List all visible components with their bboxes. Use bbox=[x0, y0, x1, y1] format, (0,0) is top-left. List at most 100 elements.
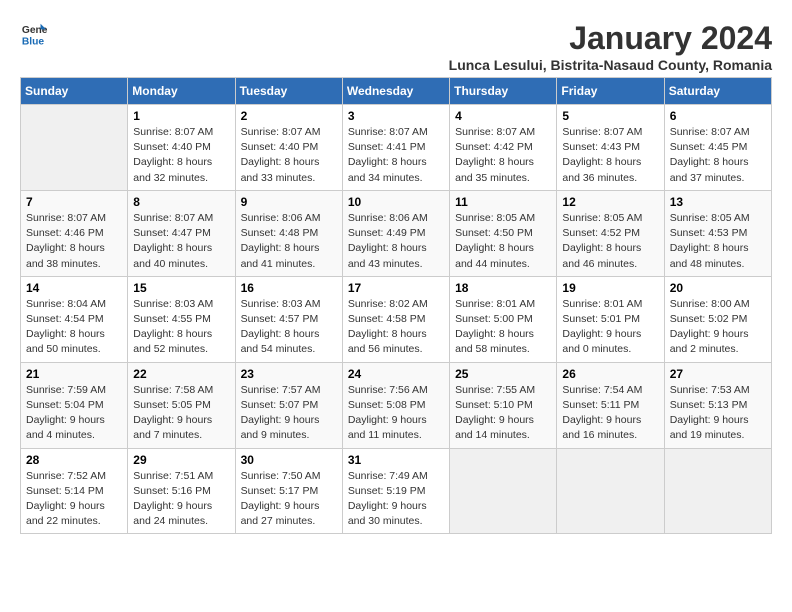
day-number: 29 bbox=[133, 453, 229, 467]
week-row-1: 1 Sunrise: 8:07 AM Sunset: 4:40 PM Daylig… bbox=[21, 105, 772, 191]
svg-text:General: General bbox=[22, 25, 48, 36]
calendar-cell: 14 Sunrise: 8:04 AM Sunset: 4:54 PM Dayli… bbox=[21, 276, 128, 362]
day-number: 23 bbox=[241, 367, 337, 381]
calendar-cell: 31 Sunrise: 7:49 AM Sunset: 5:19 PM Dayli… bbox=[342, 448, 449, 534]
day-number: 19 bbox=[562, 281, 658, 295]
col-header-tuesday: Tuesday bbox=[235, 78, 342, 105]
day-info: Sunrise: 8:06 AM Sunset: 4:49 PM Dayligh… bbox=[348, 211, 444, 272]
day-info: Sunrise: 8:01 AM Sunset: 5:01 PM Dayligh… bbox=[562, 297, 658, 358]
day-number: 17 bbox=[348, 281, 444, 295]
day-number: 4 bbox=[455, 109, 551, 123]
calendar-cell: 27 Sunrise: 7:53 AM Sunset: 5:13 PM Dayli… bbox=[664, 362, 771, 448]
day-number: 11 bbox=[455, 195, 551, 209]
day-info: Sunrise: 8:05 AM Sunset: 4:52 PM Dayligh… bbox=[562, 211, 658, 272]
day-info: Sunrise: 8:02 AM Sunset: 4:58 PM Dayligh… bbox=[348, 297, 444, 358]
calendar-cell: 15Sunrise: 8:03 AM Sunset: 4:55 PM Dayli… bbox=[128, 276, 235, 362]
day-number: 18 bbox=[455, 281, 551, 295]
calendar-cell: 21 Sunrise: 7:59 AM Sunset: 5:04 PM Dayli… bbox=[21, 362, 128, 448]
day-number: 15 bbox=[133, 281, 229, 295]
day-info: Sunrise: 7:52 AM Sunset: 5:14 PM Dayligh… bbox=[26, 469, 122, 530]
calendar-cell: 19 Sunrise: 8:01 AM Sunset: 5:01 PM Dayli… bbox=[557, 276, 664, 362]
day-info: Sunrise: 8:07 AM Sunset: 4:43 PM Dayligh… bbox=[562, 125, 658, 186]
col-header-thursday: Thursday bbox=[450, 78, 557, 105]
day-number: 10 bbox=[348, 195, 444, 209]
calendar-cell: 20 Sunrise: 8:00 AM Sunset: 5:02 PM Dayli… bbox=[664, 276, 771, 362]
calendar-cell: 10 Sunrise: 8:06 AM Sunset: 4:49 PM Dayli… bbox=[342, 190, 449, 276]
col-header-sunday: Sunday bbox=[21, 78, 128, 105]
calendar-cell: 30 Sunrise: 7:50 AM Sunset: 5:17 PM Dayli… bbox=[235, 448, 342, 534]
calendar-cell: 17 Sunrise: 8:02 AM Sunset: 4:58 PM Dayli… bbox=[342, 276, 449, 362]
calendar-cell bbox=[450, 448, 557, 534]
calendar-cell: 22 Sunrise: 7:58 AM Sunset: 5:05 PM Dayli… bbox=[128, 362, 235, 448]
day-info: Sunrise: 7:59 AM Sunset: 5:04 PM Dayligh… bbox=[26, 383, 122, 444]
week-row-4: 21 Sunrise: 7:59 AM Sunset: 5:04 PM Dayli… bbox=[21, 362, 772, 448]
day-info: Sunrise: 8:00 AM Sunset: 5:02 PM Dayligh… bbox=[670, 297, 766, 358]
day-info: Sunrise: 7:50 AM Sunset: 5:17 PM Dayligh… bbox=[241, 469, 337, 530]
day-info: Sunrise: 8:04 AM Sunset: 4:54 PM Dayligh… bbox=[26, 297, 122, 358]
day-info: Sunrise: 8:07 AM Sunset: 4:47 PM Dayligh… bbox=[133, 211, 229, 272]
calendar-cell: 6Sunrise: 8:07 AM Sunset: 4:45 PM Daylig… bbox=[664, 105, 771, 191]
day-number: 5 bbox=[562, 109, 658, 123]
logo: General Blue bbox=[20, 20, 48, 48]
calendar-cell bbox=[557, 448, 664, 534]
calendar-cell: 7 Sunrise: 8:07 AM Sunset: 4:46 PM Daylig… bbox=[21, 190, 128, 276]
day-number: 30 bbox=[241, 453, 337, 467]
day-info: Sunrise: 7:53 AM Sunset: 5:13 PM Dayligh… bbox=[670, 383, 766, 444]
day-info: Sunrise: 8:07 AM Sunset: 4:40 PM Dayligh… bbox=[133, 125, 229, 186]
day-info: Sunrise: 8:05 AM Sunset: 4:50 PM Dayligh… bbox=[455, 211, 551, 272]
calendar-cell: 12 Sunrise: 8:05 AM Sunset: 4:52 PM Dayli… bbox=[557, 190, 664, 276]
day-number: 21 bbox=[26, 367, 122, 381]
day-info: Sunrise: 7:49 AM Sunset: 5:19 PM Dayligh… bbox=[348, 469, 444, 530]
title-area: January 2024 Lunca Lesului, Bistrita-Nas… bbox=[449, 20, 772, 73]
col-header-monday: Monday bbox=[128, 78, 235, 105]
day-number: 31 bbox=[348, 453, 444, 467]
day-number: 7 bbox=[26, 195, 122, 209]
calendar-cell: 2Sunrise: 8:07 AM Sunset: 4:40 PM Daylig… bbox=[235, 105, 342, 191]
week-row-3: 14 Sunrise: 8:04 AM Sunset: 4:54 PM Dayli… bbox=[21, 276, 772, 362]
day-info: Sunrise: 7:55 AM Sunset: 5:10 PM Dayligh… bbox=[455, 383, 551, 444]
page-subtitle: Lunca Lesului, Bistrita-Nasaud County, R… bbox=[449, 57, 772, 73]
day-number: 1 bbox=[133, 109, 229, 123]
day-info: Sunrise: 8:07 AM Sunset: 4:40 PM Dayligh… bbox=[241, 125, 337, 186]
day-info: Sunrise: 8:03 AM Sunset: 4:57 PM Dayligh… bbox=[241, 297, 337, 358]
day-number: 12 bbox=[562, 195, 658, 209]
calendar-cell: 26 Sunrise: 7:54 AM Sunset: 5:11 PM Dayli… bbox=[557, 362, 664, 448]
day-info: Sunrise: 8:07 AM Sunset: 4:41 PM Dayligh… bbox=[348, 125, 444, 186]
day-number: 22 bbox=[133, 367, 229, 381]
day-info: Sunrise: 8:06 AM Sunset: 4:48 PM Dayligh… bbox=[241, 211, 337, 272]
day-info: Sunrise: 7:58 AM Sunset: 5:05 PM Dayligh… bbox=[133, 383, 229, 444]
calendar-cell: 29Sunrise: 7:51 AM Sunset: 5:16 PM Dayli… bbox=[128, 448, 235, 534]
day-info: Sunrise: 8:05 AM Sunset: 4:53 PM Dayligh… bbox=[670, 211, 766, 272]
col-header-friday: Friday bbox=[557, 78, 664, 105]
day-number: 8 bbox=[133, 195, 229, 209]
calendar-cell: 24Sunrise: 7:56 AM Sunset: 5:08 PM Dayli… bbox=[342, 362, 449, 448]
day-info: Sunrise: 7:56 AM Sunset: 5:08 PM Dayligh… bbox=[348, 383, 444, 444]
calendar-cell: 5 Sunrise: 8:07 AM Sunset: 4:43 PM Daylig… bbox=[557, 105, 664, 191]
day-number: 25 bbox=[455, 367, 551, 381]
day-number: 14 bbox=[26, 281, 122, 295]
svg-text:Blue: Blue bbox=[22, 36, 45, 47]
day-number: 27 bbox=[670, 367, 766, 381]
day-number: 26 bbox=[562, 367, 658, 381]
calendar-cell: 8 Sunrise: 8:07 AM Sunset: 4:47 PM Daylig… bbox=[128, 190, 235, 276]
day-number: 28 bbox=[26, 453, 122, 467]
day-info: Sunrise: 8:07 AM Sunset: 4:42 PM Dayligh… bbox=[455, 125, 551, 186]
calendar-cell: 25 Sunrise: 7:55 AM Sunset: 5:10 PM Dayli… bbox=[450, 362, 557, 448]
calendar-cell: 18Sunrise: 8:01 AM Sunset: 5:00 PM Dayli… bbox=[450, 276, 557, 362]
calendar-cell: 11 Sunrise: 8:05 AM Sunset: 4:50 PM Dayli… bbox=[450, 190, 557, 276]
day-number: 3 bbox=[348, 109, 444, 123]
week-row-2: 7 Sunrise: 8:07 AM Sunset: 4:46 PM Daylig… bbox=[21, 190, 772, 276]
day-info: Sunrise: 8:07 AM Sunset: 4:45 PM Dayligh… bbox=[670, 125, 766, 186]
page-title: January 2024 bbox=[449, 20, 772, 57]
day-info: Sunrise: 7:57 AM Sunset: 5:07 PM Dayligh… bbox=[241, 383, 337, 444]
day-number: 16 bbox=[241, 281, 337, 295]
week-row-5: 28 Sunrise: 7:52 AM Sunset: 5:14 PM Dayli… bbox=[21, 448, 772, 534]
day-info: Sunrise: 8:07 AM Sunset: 4:46 PM Dayligh… bbox=[26, 211, 122, 272]
day-number: 9 bbox=[241, 195, 337, 209]
day-info: Sunrise: 7:54 AM Sunset: 5:11 PM Dayligh… bbox=[562, 383, 658, 444]
day-number: 13 bbox=[670, 195, 766, 209]
calendar-cell: 23 Sunrise: 7:57 AM Sunset: 5:07 PM Dayli… bbox=[235, 362, 342, 448]
day-number: 20 bbox=[670, 281, 766, 295]
calendar-cell: 1 Sunrise: 8:07 AM Sunset: 4:40 PM Daylig… bbox=[128, 105, 235, 191]
calendar-cell: 13 Sunrise: 8:05 AM Sunset: 4:53 PM Dayli… bbox=[664, 190, 771, 276]
